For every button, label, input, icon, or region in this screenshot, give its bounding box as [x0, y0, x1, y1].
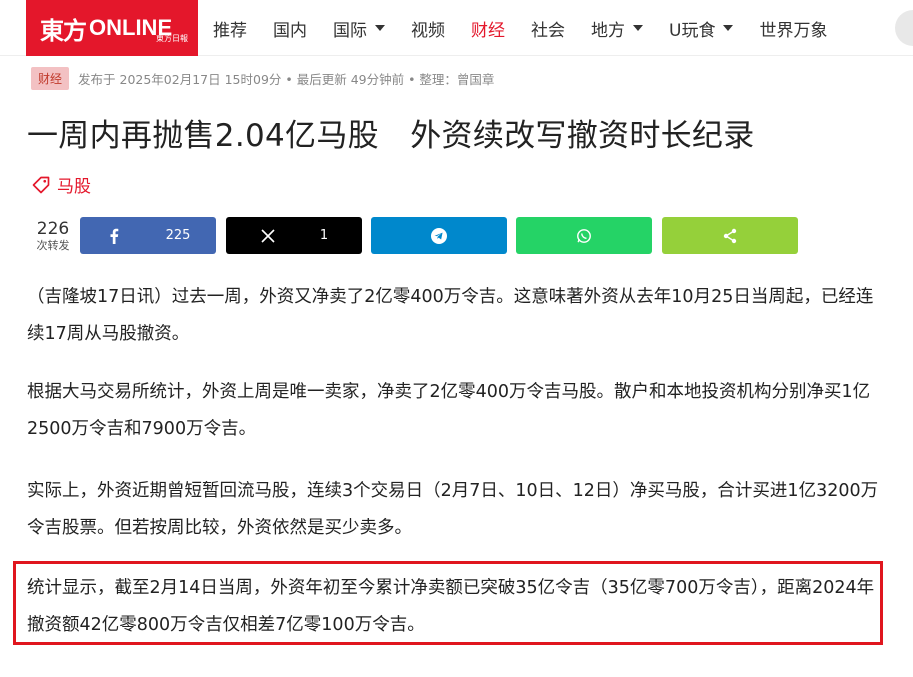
article-tag[interactable]: 马股: [31, 172, 91, 197]
share-total-label: 次转发: [36, 238, 70, 252]
share-count: 226 次转发: [30, 218, 76, 252]
x-share-button[interactable]: 1: [226, 217, 362, 254]
logo-mark: 東方: [40, 15, 87, 45]
site-logo[interactable]: 東方 ONLINE 東方日報: [26, 0, 198, 56]
article-paragraph: 根据大马交易所统计，外资上周是唯一卖家，净卖了2亿零400万令吉马股。散户和本地…: [27, 382, 871, 439]
telegram-icon: [431, 227, 447, 244]
chevron-down-icon: [375, 25, 385, 31]
more-share-button[interactable]: [662, 217, 798, 254]
article-paragraph: （吉隆坡17日讯）过去一周，外资又净卖了2亿零400万令吉。这意味著外资从去年1…: [27, 287, 874, 344]
tag-icon: [32, 176, 50, 193]
chevron-down-icon: [723, 25, 734, 31]
site-header: 東方 ONLINE 東方日報 推荐 国内 国际 视频 财经 社会 地方 U玩食 …: [0, 0, 913, 56]
chevron-down-icon: [633, 25, 643, 31]
x-icon: [260, 228, 276, 244]
telegram-share-button[interactable]: [371, 217, 507, 254]
article-title: 一周内再抛售2.04亿马股 外资续改写撤资时长纪录: [27, 118, 755, 154]
nav-item-society[interactable]: 社会: [531, 16, 565, 41]
main-nav: 推荐 国内 国际 视频 财经 社会 地方 U玩食 世界万象: [200, 0, 840, 56]
x-share-count: 1: [319, 228, 329, 243]
nav-item-recommend[interactable]: 推荐: [213, 16, 247, 41]
facebook-icon: [106, 228, 122, 244]
facebook-share-count: 225: [165, 228, 191, 243]
nav-item-domestic[interactable]: 国内: [273, 16, 307, 41]
whatsapp-share-button[interactable]: [516, 217, 652, 254]
nav-item-local[interactable]: 地方: [591, 16, 643, 41]
article-paragraph-highlighted: 统计显示，截至2月14日当周，外资年初至今累计净卖额已突破35亿令吉（35亿零7…: [27, 578, 875, 635]
nav-item-video[interactable]: 视频: [411, 16, 445, 41]
whatsapp-icon: [576, 228, 592, 244]
tag-label: 马股: [57, 177, 91, 197]
article-paragraph: 实际上，外资近期曾短暂回流马股，连续3个交易日（2月7日、10日、12日）净买马…: [27, 481, 879, 538]
article-meta: 财经 发布于 2025年02月17日 15时09分 • 最后更新 49分钟前 •…: [31, 66, 494, 90]
nav-item-world[interactable]: 世界万象: [759, 16, 827, 41]
share-bar: 226 次转发 225 1: [30, 217, 798, 254]
nav-item-international[interactable]: 国际: [333, 16, 385, 41]
nav-item-food[interactable]: U玩食: [669, 16, 734, 41]
share-icon: [722, 228, 738, 244]
facebook-share-button[interactable]: 225: [80, 217, 216, 254]
logo-subtitle: 東方日報: [156, 34, 188, 43]
publish-info: 发布于 2025年02月17日 15时09分 • 最后更新 49分钟前 • 整理…: [78, 71, 495, 87]
share-total: 226: [36, 218, 70, 239]
nav-item-finance[interactable]: 财经: [471, 16, 505, 41]
search-button[interactable]: [895, 10, 913, 46]
category-badge[interactable]: 财经: [31, 66, 70, 90]
